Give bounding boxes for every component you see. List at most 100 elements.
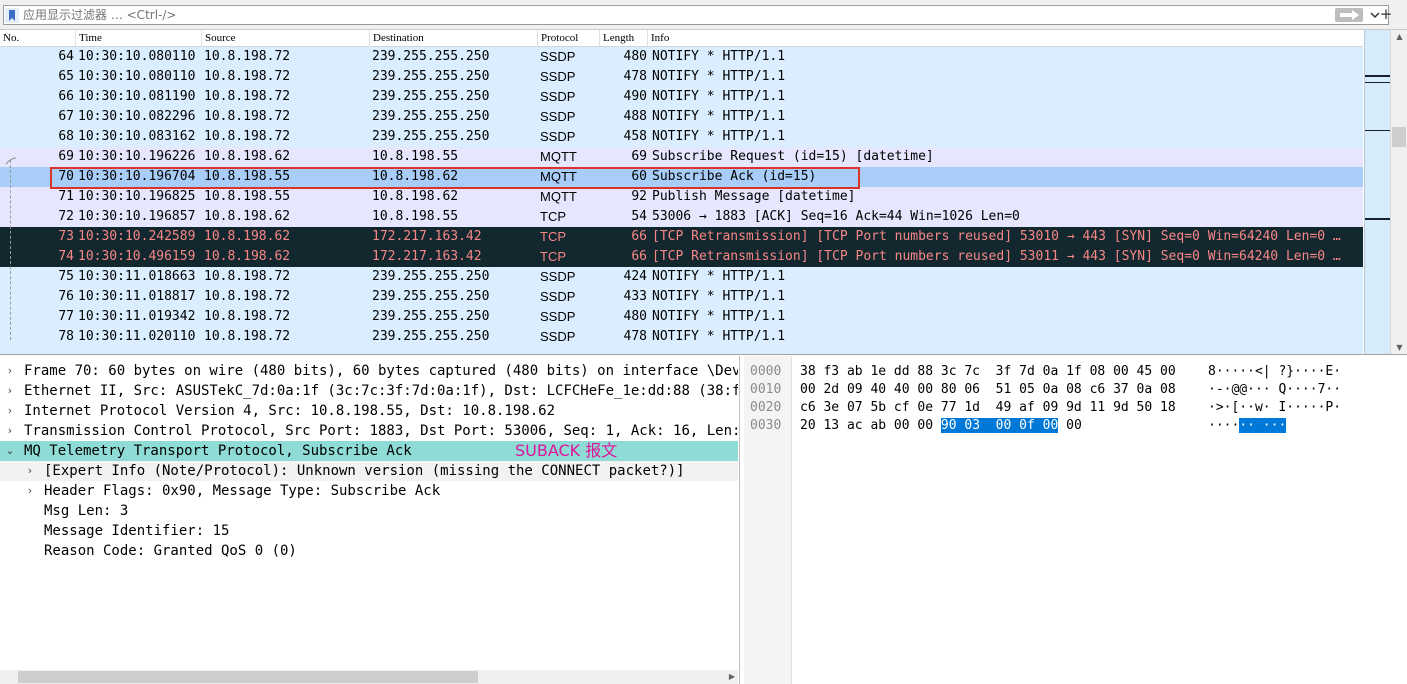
packet-destination: 239.255.255.250 [372, 329, 490, 344]
packet-length: 54 [631, 209, 647, 224]
packet-length: 433 [623, 289, 647, 304]
packet-row[interactable]: 74 10:30:10.496159 10.8.198.62 172.217.163.… [0, 247, 1363, 267]
display-filter-toolbar: + [0, 0, 1407, 30]
expand-arrow-right-icon[interactable]: › [4, 381, 16, 401]
scrollbar-thumb[interactable] [18, 671, 478, 683]
packet-number: 77 [58, 309, 74, 324]
detail-text: Msg Len: 3 [44, 503, 129, 519]
packet-info: NOTIFY * HTTP/1.1 [652, 329, 786, 344]
add-filter-button[interactable]: + [1379, 4, 1393, 24]
expand-arrow-right-icon[interactable]: › [4, 361, 16, 381]
detail-row[interactable]: Reason Code: Granted QoS 0 (0) [0, 541, 738, 561]
packet-row[interactable]: 76 10:30:11.018817 10.8.198.72 239.255.255.… [0, 287, 1363, 307]
request-marker-icon [5, 157, 17, 165]
byte-offset: 0000 [750, 364, 782, 379]
packet-row[interactable]: 66 10:30:10.081190 10.8.198.72 239.255.255.… [0, 87, 1363, 107]
detail-row[interactable]: › [Expert Info (Note/Protocol): Unknown v… [0, 461, 738, 481]
packet-source: 10.8.198.62 [204, 249, 291, 264]
expand-arrow-right-icon[interactable] [24, 541, 36, 561]
packet-protocol: SSDP [540, 289, 576, 304]
details-horizontal-scrollbar[interactable]: ▶ [0, 670, 738, 684]
expand-arrow-down-icon[interactable]: ⌄ [4, 441, 16, 461]
packet-bytes-pane[interactable]: 0000 38 f3 ab 1e dd 88 3c 7c 3f 7d 0a 1f … [744, 356, 1407, 684]
packet-time: 10:30:10.082296 [78, 109, 196, 124]
packet-row[interactable]: 71 10:30:10.196825 10.8.198.55 10.8.198.62 M… [0, 187, 1363, 207]
packet-destination: 10.8.198.55 [372, 209, 459, 224]
packet-source: 10.8.198.55 [204, 169, 291, 184]
scroll-down-icon[interactable]: ▼ [1391, 341, 1407, 354]
column-header-time[interactable]: Time [76, 30, 202, 47]
column-header-info[interactable]: Info [648, 30, 1363, 47]
hex-bytes[interactable]: 38 f3 ab 1e dd 88 3c 7c 3f 7d 0a 1f 08 0… [800, 363, 1176, 381]
packet-details-pane[interactable]: › Frame 70: 60 bytes on wire (480 bits), … [0, 356, 740, 684]
expand-arrow-right-icon[interactable]: › [4, 421, 16, 441]
apply-filter-arrow-icon[interactable] [1335, 8, 1363, 22]
hex-bytes[interactable]: 20 13 ac ab 00 00 90 03 00 0f 00 00 [800, 417, 1082, 435]
packet-protocol: SSDP [540, 109, 576, 124]
packet-list[interactable]: No. Time Source Destination Protocol Len… [0, 30, 1407, 355]
hex-bytes[interactable]: c6 3e 07 5b cf 0e 77 1d 49 af 09 9d 11 9… [800, 399, 1176, 417]
expand-arrow-right-icon[interactable]: › [4, 401, 16, 421]
packet-protocol: SSDP [540, 89, 576, 104]
display-filter-field[interactable] [3, 5, 1389, 25]
expand-arrow-right-icon[interactable] [24, 521, 36, 541]
packet-row[interactable]: 65 10:30:10.080110 10.8.198.72 239.255.255.… [0, 67, 1363, 87]
display-filter-input[interactable] [23, 7, 1323, 23]
column-header-protocol[interactable]: Protocol [538, 30, 600, 47]
hex-bytes[interactable]: 00 2d 09 40 40 00 80 06 51 05 0a 08 c6 3… [800, 381, 1176, 399]
packet-length: 66 [631, 249, 647, 264]
detail-row[interactable]: › Internet Protocol Version 4, Src: 10.8.… [0, 401, 738, 421]
detail-row-mqtt-selected[interactable]: ⌄ MQ Telemetry Transport Protocol, Subscr… [0, 441, 738, 461]
packet-row[interactable]: 77 10:30:11.019342 10.8.198.72 239.255.255.… [0, 307, 1363, 327]
packet-row[interactable]: 67 10:30:10.082296 10.8.198.72 239.255.255.… [0, 107, 1363, 127]
packet-row[interactable]: 72 10:30:10.196857 10.8.198.62 10.8.198.55 T… [0, 207, 1363, 227]
packet-list-scrollbar[interactable]: ▲ ▼ [1390, 30, 1407, 354]
packet-time: 10:30:11.018663 [78, 269, 196, 284]
packet-row-partial[interactable] [0, 347, 1363, 354]
detail-row[interactable]: › Ethernet II, Src: ASUSTekC_7d:0a:1f (3c… [0, 381, 738, 401]
packet-number: 76 [58, 289, 74, 304]
expand-arrow-right-icon[interactable]: › [24, 461, 36, 481]
packet-row[interactable]: 64 10:30:10.080110 10.8.198.72 239.255.255.… [0, 47, 1363, 67]
column-header-source[interactable]: Source [202, 30, 370, 47]
packet-time: 10:30:10.080110 [78, 49, 196, 64]
packet-row[interactable]: 75 10:30:11.018663 10.8.198.72 239.255.255.… [0, 267, 1363, 287]
packet-row[interactable]: 78 10:30:11.020110 10.8.198.72 239.255.255.… [0, 327, 1363, 347]
packet-number: 67 [58, 109, 74, 124]
packet-time: 10:30:10.081190 [78, 89, 196, 104]
packet-destination: 239.255.255.250 [372, 289, 490, 304]
packet-destination: 239.255.255.250 [372, 269, 490, 284]
packet-time: 10:30:10.196704 [78, 169, 196, 184]
ascii-bytes[interactable]: 8·····<| ?}····E· [1208, 363, 1341, 381]
packet-destination: 10.8.198.55 [372, 149, 459, 164]
detail-row[interactable]: › Transmission Control Protocol, Src Port… [0, 421, 738, 441]
detail-row[interactable]: › Frame 70: 60 bytes on wire (480 bits), … [0, 361, 738, 381]
detail-row[interactable]: Msg Len: 3 [0, 501, 738, 521]
packet-time: 10:30:10.083162 [78, 129, 196, 144]
packet-minimap[interactable] [1364, 30, 1391, 354]
packet-time: 10:30:10.196226 [78, 149, 196, 164]
detail-row[interactable]: › Header Flags: 0x90, Message Type: Subsc… [0, 481, 738, 501]
ascii-bytes[interactable]: ·-·@@··· Q····7·· [1208, 381, 1341, 399]
expand-arrow-right-icon[interactable]: › [24, 481, 36, 501]
packet-row[interactable]: 68 10:30:10.083162 10.8.198.72 239.255.255.… [0, 127, 1363, 147]
scroll-up-icon[interactable]: ▲ [1391, 30, 1407, 44]
detail-row[interactable]: Message Identifier: 15 [0, 521, 738, 541]
packet-row[interactable]: 70 10:30:10.196704 10.8.198.55 10.8.198.62 M… [0, 167, 1363, 187]
scrollbar-thumb[interactable] [1392, 127, 1406, 147]
column-header-no[interactable]: No. [0, 30, 76, 47]
packet-protocol: TCP [540, 209, 566, 224]
column-header-destination[interactable]: Destination [370, 30, 538, 47]
detail-text: Header Flags: 0x90, Message Type: Subscr… [44, 483, 441, 499]
ascii-bytes[interactable]: ·>·[··w· I·····P· [1208, 399, 1341, 417]
packet-number: 74 [58, 249, 74, 264]
packet-row[interactable]: 69 10:30:10.196226 10.8.198.62 10.8.198.55 M… [0, 147, 1363, 167]
packet-rows: 64 10:30:10.080110 10.8.198.72 239.255.255.… [0, 47, 1363, 354]
column-header-length[interactable]: Length [600, 30, 648, 47]
packet-time: 10:30:10.242589 [78, 229, 196, 244]
packet-row[interactable]: 73 10:30:10.242589 10.8.198.62 172.217.163.… [0, 227, 1363, 247]
ascii-bytes[interactable]: ······ ··· [1208, 417, 1287, 435]
bookmark-icon[interactable] [5, 8, 19, 23]
scroll-right-icon[interactable]: ▶ [726, 670, 738, 684]
expand-arrow-right-icon[interactable] [24, 501, 36, 521]
